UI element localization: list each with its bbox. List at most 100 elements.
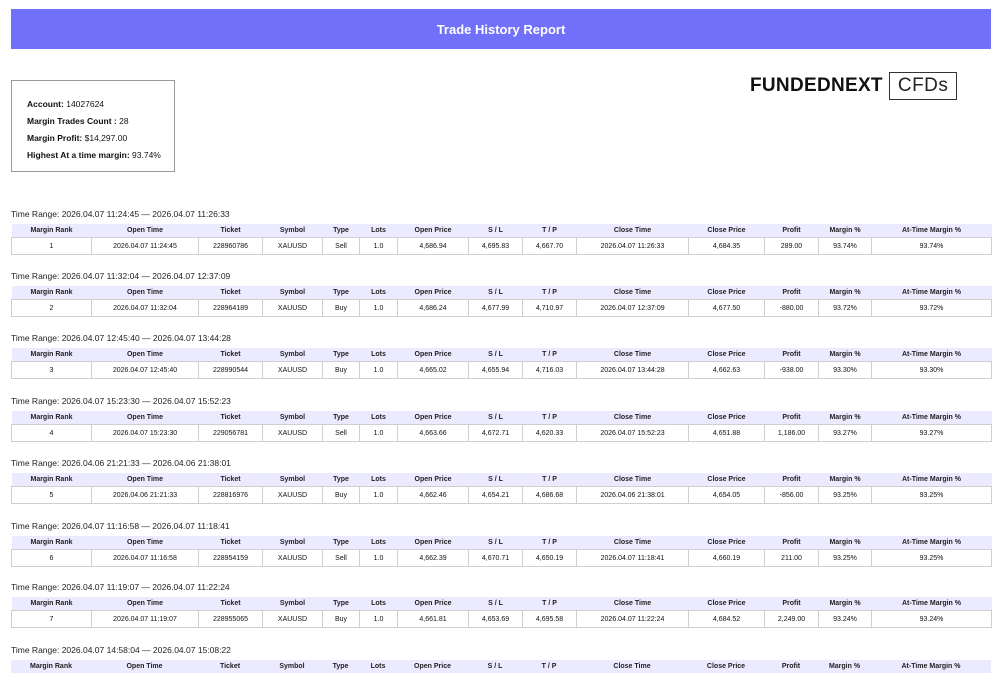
table-cell: 4,650.19 [522,549,577,567]
table-cell: 93.27% [871,424,992,442]
table-cell: -880.00 [764,299,819,317]
column-header: Margin Rank [11,286,92,300]
table-cell: 4 [11,424,92,442]
account-label: Account: [27,99,64,109]
column-header: Close Price [688,224,765,238]
column-header: Symbol [262,348,323,362]
table-cell: 2026.04.07 15:23:30 [91,424,199,442]
column-header: At-Time Margin % [871,411,992,425]
column-header: Close Price [688,660,764,673]
margin-profit-value: $14,297.00 [84,133,128,143]
column-header: At-Time Margin % [871,286,992,300]
column-header: Type [322,286,360,300]
table-cell: XAUUSD [262,237,323,255]
column-header: At-Time Margin % [871,473,992,487]
trades-count-label: Margin Trades Count : [27,116,117,126]
trade-section: Time Range: 2026.04.07 11:19:07 — 2026.0… [11,581,992,628]
column-header: Margin % [818,597,872,611]
table-header-row: Margin Rank Open Time Ticket Symbol Type Lots… [11,286,992,300]
column-header: Symbol [262,286,323,300]
column-header: Open Time [91,660,198,673]
table-cell: 4,653.69 [468,610,523,628]
column-header: Margin % [818,473,872,487]
table-cell: 4,662.39 [397,549,469,567]
column-header: Open Time [91,348,199,362]
table-cell: Buy [322,361,360,379]
column-header: Profit [764,597,819,611]
table-cell: 93.72% [871,299,992,317]
trade-section: Time Range: 2026.04.07 11:24:45 — 2026.0… [11,208,992,255]
column-header: Type [322,224,360,238]
column-header: Close Time [576,660,688,673]
table-header-row: Margin Rank Open Time Ticket Symbol Type Lots… [11,224,992,238]
column-header: Close Time [576,597,689,611]
table-cell: XAUUSD [262,610,323,628]
table-cell: 4,710.97 [522,299,577,317]
table-cell: 4,686.94 [397,237,469,255]
table-cell: 7 [11,610,92,628]
account-value: 14027624 [66,99,105,109]
table-cell: 2026.04.07 11:24:45 [91,237,199,255]
column-header: Close Price [688,286,765,300]
column-header: Ticket [198,411,263,425]
column-header: Open Time [91,411,199,425]
table-row: 2 2026.04.07 11:32:04 228964189 XAUUSD Buy 1.… [11,299,992,317]
trade-section: Time Range: 2026.04.07 14:58:04 — 2026.0… [11,644,991,673]
column-header: Close Time [576,536,689,550]
table-cell: 93.27% [818,424,872,442]
column-header: Close Time [576,411,689,425]
column-header: Open Time [91,286,199,300]
fundednext-logo: FUNDEDNEXT CFDs [750,72,958,100]
column-header: T / P [522,473,577,487]
margin-profit-line: Margin Profit: $14,297.00 [27,130,174,147]
column-header: Profit [764,411,819,425]
table-cell: 1.0 [359,610,398,628]
column-header: Type [322,660,359,673]
table-header-row: Margin Rank Open Time Ticket Symbol Type Lots… [11,411,992,425]
column-header: Profit [764,660,818,673]
table-cell: XAUUSD [262,549,323,567]
column-header: Margin % [818,660,871,673]
table-row: 4 2026.04.07 15:23:30 229056781 XAUUSD Sell 1… [11,424,992,442]
column-header: Open Price [397,473,469,487]
table-cell: 4,662.46 [397,486,469,504]
column-header: Symbol [262,224,323,238]
table-cell: 93.24% [818,610,872,628]
column-header: Margin % [818,224,872,238]
column-header: Symbol [262,411,323,425]
time-range-label: Time Range: 2026.04.07 11:24:45 — 2026.0… [11,209,230,219]
column-header: Profit [764,348,819,362]
table-cell: 93.25% [818,549,872,567]
column-header: Ticket [198,473,263,487]
table-cell: 93.74% [871,237,992,255]
column-header: Margin % [818,348,872,362]
table-header-row: Margin Rank Open Time Ticket Symbol Type Lots… [11,348,992,362]
table-cell: 4,677.99 [468,299,523,317]
column-header: S / L [468,224,523,238]
table-cell: 211.00 [764,549,819,567]
column-header: At-Time Margin % [871,224,992,238]
table-header-row: Margin Rank Open Time Ticket Symbol Type Lots… [11,597,992,611]
table-cell: 2026.04.07 11:16:58 [91,549,199,567]
column-header: Profit [764,536,819,550]
table-cell: 2,249.00 [764,610,819,628]
table-row: 7 2026.04.07 11:19:07 228955065 XAUUSD Buy 1.… [11,610,992,628]
table-row: 1 2026.04.07 11:24:45 228960786 XAUUSD Sell 1… [11,237,992,255]
column-header: S / L [468,411,523,425]
column-header: S / L [468,348,523,362]
table-cell: 2026.04.07 12:45:40 [91,361,199,379]
column-header: Open Price [397,660,468,673]
column-header: Margin Rank [11,224,92,238]
column-header: Symbol [262,660,322,673]
table-cell: 4,651.88 [688,424,765,442]
table-row: 6 2026.04.07 11:16:58 228954159 XAUUSD Sell 1… [11,549,992,567]
trade-table: Margin Rank Open Time Ticket Symbol Type Lots… [11,536,992,567]
time-range-label: Time Range: 2026.04.07 11:19:07 — 2026.0… [11,582,230,592]
column-header: Open Price [397,597,469,611]
table-cell: 4,654.21 [468,486,523,504]
table-cell: 4,667.70 [522,237,577,255]
time-range-label: Time Range: 2026.04.06 21:21:33 — 2026.0… [11,458,231,468]
account-summary-box: Account: 14027624 Margin Trades Count : … [11,80,175,172]
table-cell: 1.0 [359,237,398,255]
trade-table: Margin Rank Open Time Ticket Symbol Type Lots… [11,660,991,673]
